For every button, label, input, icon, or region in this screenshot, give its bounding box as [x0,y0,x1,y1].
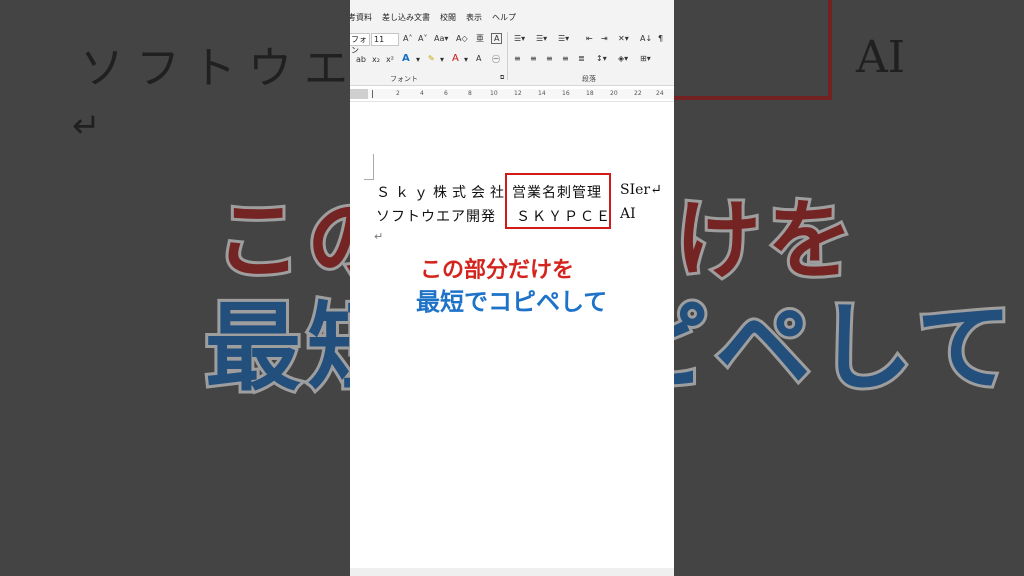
tab-references[interactable]: 考資料 [350,12,372,26]
enclose-character-icon[interactable]: ㊀ [492,54,500,65]
font-size-select[interactable]: 11 [371,33,399,46]
caption-line1: この部分だけを [418,256,576,285]
strikethrough-icon[interactable]: ab [356,55,366,64]
ribbon-tabs: 考資料 差し込み文書 校閲 表示 ヘルプ [350,12,516,26]
change-case-icon[interactable]: Aa▾ [434,34,448,43]
justify-icon[interactable]: ≡ [562,54,569,63]
ribbon: 考資料 差し込み文書 校閲 表示 ヘルプ フォン 11 A˄ A˅ Aa▾ A◇… [350,0,674,86]
ruler-number: 10 [490,90,498,97]
align-right-icon[interactable]: ≡ [546,54,553,63]
font-color-icon[interactable]: A [452,53,459,64]
tab-view[interactable]: 表示 [466,12,482,26]
ruler-number: 18 [586,90,594,97]
font-color-dropdown-icon[interactable]: ▾ [464,55,468,64]
paragraph-group-label: 段落 [582,75,596,83]
status-bar [350,568,674,576]
indent-marker[interactable] [372,90,373,98]
bullets-icon[interactable]: ☰▾ [514,34,525,43]
increase-indent-icon[interactable]: ⇥ [601,34,608,43]
text-effects-icon[interactable]: A [402,53,410,64]
subscript-icon[interactable]: x₂ [372,55,380,64]
phonetic-guide-icon[interactable]: 亜 [476,33,484,44]
text-effects-dropdown-icon[interactable]: ▾ [416,55,420,64]
ribbon-divider [507,32,508,80]
align-center-icon[interactable]: ≡ [530,54,537,63]
show-marks-icon[interactable]: ¶ [658,34,663,43]
ruler-number: 4 [420,90,424,97]
ruler-number: 24 [656,90,664,97]
highlight-frame [505,173,611,229]
ruler-margin [350,89,368,99]
paragraph-mark: ↵ [374,230,384,243]
cell-company[interactable]: Ｓｋｙ株式会社 [376,182,509,202]
document-page[interactable]: Ｓｋｙ株式会社 営業名刺管理 SIer↵ ソフトウエア開発 ＳＫＹＰＣＥ AI … [350,102,674,576]
clear-format-icon[interactable]: A◇ [456,34,468,43]
decrease-indent-icon[interactable]: ⇤ [586,34,593,43]
borders-icon[interactable]: ⊞▾ [640,54,651,63]
shading-icon[interactable]: ◈▾ [618,54,628,63]
ruler-number: 20 [610,90,618,97]
cell-ai[interactable]: AI [620,206,636,222]
tab-help[interactable]: ヘルプ [492,12,516,26]
ruler-number: 14 [538,90,546,97]
font-dialog-launcher-icon[interactable]: ⧉ [500,74,504,82]
superscript-icon[interactable]: x² [386,55,394,64]
ruler-number: 2 [396,90,400,97]
multilevel-list-icon[interactable]: ☰▾ [558,34,569,43]
ruler-number: 6 [444,90,448,97]
grow-font-icon[interactable]: A˄ [403,34,412,43]
ruler-number: 8 [468,90,472,97]
font-name-select[interactable]: フォン [350,33,370,55]
font-group-label: フォント [390,75,418,83]
horizontal-ruler[interactable]: 2 4 6 8 10 12 14 16 18 20 22 24 [350,86,674,102]
align-left-icon[interactable]: ≡ [514,54,521,63]
cell-sier[interactable]: SIer↵ [620,182,662,198]
sort-icon[interactable]: A↓ [640,34,652,43]
text-direction-icon[interactable]: ✕▾ [618,34,629,43]
character-border-icon[interactable]: A [491,33,503,44]
caption-line2: 最短でコピペして [414,286,609,318]
tab-mailings[interactable]: 差し込み文書 [382,12,430,26]
numbering-icon[interactable]: ☰▾ [536,34,547,43]
highlight-dropdown-icon[interactable]: ▾ [440,55,444,64]
character-shading-icon[interactable]: A [476,54,481,63]
highlight-pen-icon[interactable]: ✎ [428,54,435,63]
line-spacing-icon[interactable]: ↕▾ [596,54,607,63]
margin-corner-mark [364,154,374,180]
tab-review[interactable]: 校閲 [440,12,456,26]
ruler-number: 12 [514,90,522,97]
shrink-font-icon[interactable]: A˅ [418,34,427,43]
distributed-icon[interactable]: ≣ [578,54,585,63]
ruler-number: 22 [634,90,642,97]
ruler-number: 16 [562,90,570,97]
word-window: 考資料 差し込み文書 校閲 表示 ヘルプ フォン 11 A˄ A˅ Aa▾ A◇… [350,0,674,576]
cell-software-dev[interactable]: ソフトウエア開発 [376,206,496,226]
